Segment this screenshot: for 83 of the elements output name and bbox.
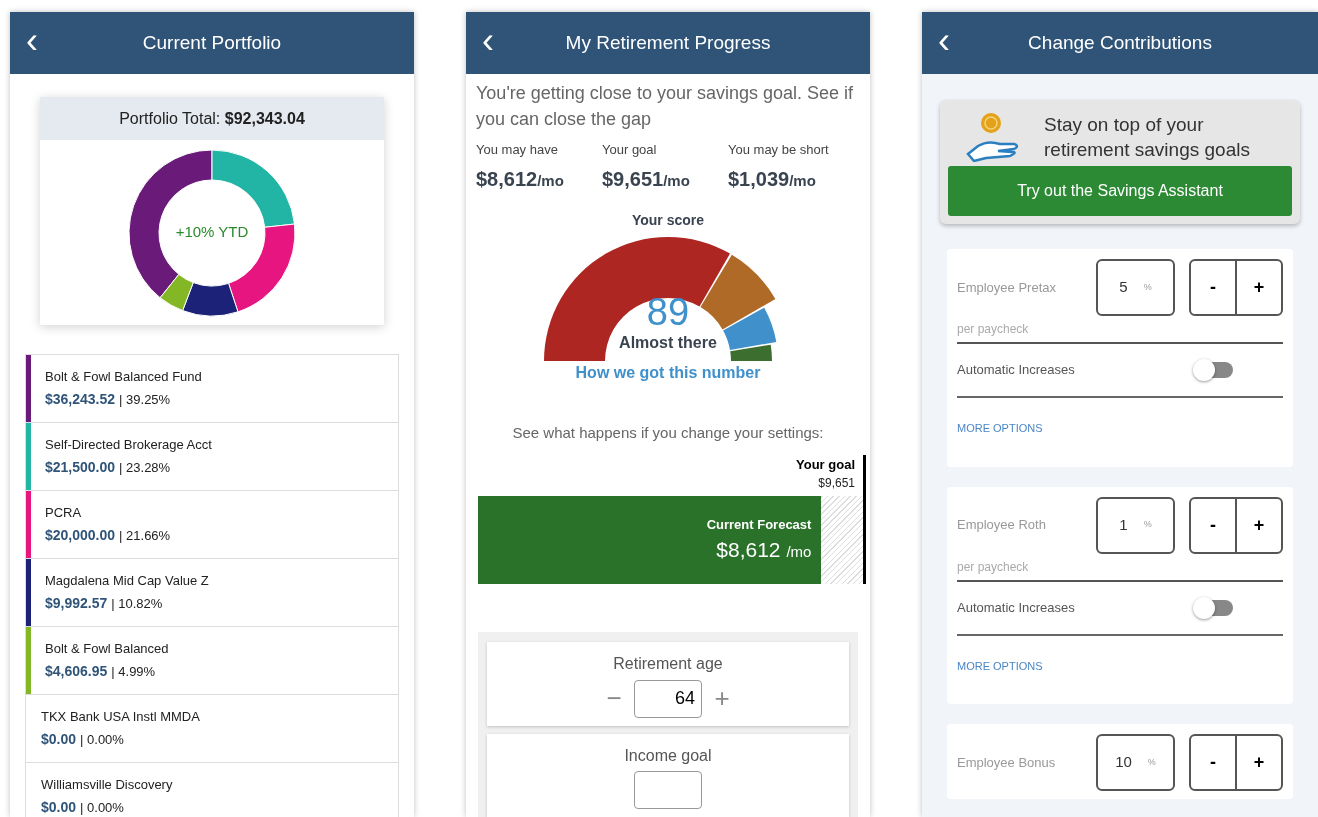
stat-value: $8,612/mo [476, 166, 565, 192]
stat-label: Your goal [602, 141, 658, 159]
setting-label: Retirement age [613, 654, 723, 674]
score-value: 89 [645, 293, 691, 331]
percent-value: 5 [1119, 277, 1128, 298]
fund-name: Bolt & Fowl Balanced [45, 639, 169, 658]
screen-title: Change Contributions [1028, 30, 1212, 55]
increase-button[interactable]: + [1237, 498, 1281, 552]
contribution-label: Employee Roth [957, 516, 1047, 535]
decrease-button[interactable]: - [1191, 261, 1237, 314]
fund-amount: $4,606.95 [45, 662, 108, 682]
stat-value: $9,651/mo [602, 166, 691, 192]
screen-title: Current Portfolio [142, 30, 282, 55]
fund-name: Self-Directed Brokerage Acct [45, 435, 212, 454]
increase-button[interactable]: + [1237, 261, 1281, 314]
savings-assistant-button[interactable]: Try out the Savings Assistant [948, 166, 1292, 216]
fund-amount: $0.00 [41, 798, 77, 817]
fund-name: Williamsville Discovery [41, 775, 173, 794]
back-button[interactable]: ‹ [26, 23, 38, 63]
per-paycheck-note: per paycheck [957, 557, 1283, 582]
score-label: Your score [631, 210, 705, 230]
forecast-label: Current Forecast [706, 515, 812, 534]
percent-value: 1 [1119, 514, 1128, 535]
minus-button[interactable]: − [602, 679, 626, 718]
percent-field[interactable]: 10 % [1096, 734, 1175, 791]
goal-label: Your goal [796, 455, 855, 474]
percent-field[interactable]: 1 % [1096, 496, 1175, 554]
decrease-button[interactable]: - [1191, 498, 1237, 552]
holding-row[interactable]: PCRA $20,000.00 | 21.66% [26, 491, 398, 559]
fund-share: | 4.99% [111, 663, 156, 682]
screen-title: My Retirement Progress [565, 30, 771, 55]
back-button[interactable]: ‹ [482, 23, 494, 63]
fund-name: Magdalena Mid Cap Value Z [45, 571, 209, 590]
fund-amount: $21,500.00 [45, 458, 116, 478]
fund-share: | 21.66% [119, 527, 171, 546]
holding-row[interactable]: Bolt & Fowl Balanced $4,606.95 | 4.99% [26, 627, 398, 695]
more-options-link[interactable]: MORE OPTIONS [957, 657, 1283, 674]
percent-unit: % [1143, 280, 1152, 294]
percent-unit: % [1147, 755, 1156, 769]
contribution-label: Employee Bonus [957, 753, 1057, 772]
goal-value: $9,651 [818, 475, 855, 492]
holding-row[interactable]: Self-Directed Brokerage Acct $21,500.00 | 23.28% [26, 423, 398, 491]
promo-text: Stay on top of your retirement savings goals [1044, 113, 1251, 162]
portfolio-total: Portfolio Total: $92,343.04 [40, 97, 384, 140]
forecast-value: $8,612 /mo [716, 537, 812, 563]
percent-field[interactable]: 5 % [1096, 259, 1175, 316]
fund-share: | 0.00% [80, 799, 124, 817]
fund-name: TKX Bank USA Instl MMDA [41, 707, 200, 726]
increase-button[interactable]: + [1237, 736, 1281, 789]
fund-amount: $20,000.00 [45, 526, 116, 546]
stat-label: You may have [476, 141, 559, 159]
holding-row[interactable]: TKX Bank USA Instl MMDA $0.00 | 0.00% [26, 695, 398, 763]
back-button[interactable]: ‹ [938, 23, 950, 63]
fund-share: | 39.25% [119, 391, 171, 410]
toggle-label: Automatic Increases [957, 361, 1076, 380]
holding-row[interactable]: Williamsville Discovery $0.00 | 0.00% [26, 763, 398, 817]
fund-share: | 0.00% [80, 731, 124, 750]
score-status: Almost there [619, 333, 717, 353]
stat-label: You may be short [728, 141, 830, 159]
plus-button[interactable]: + [710, 679, 734, 718]
fund-amount: $9,992.57 [45, 594, 108, 614]
fund-amount: $0.00 [41, 730, 77, 750]
settings-hint: See what happens if you change your settings: [512, 423, 824, 443]
percent-value: 10 [1115, 752, 1132, 773]
percent-unit: % [1143, 518, 1152, 532]
stat-value: $1,039/mo [728, 166, 817, 192]
decrease-button[interactable]: - [1191, 736, 1237, 789]
fund-share: | 10.82% [111, 595, 163, 614]
contribution-label: Employee Pretax [957, 278, 1057, 297]
toggle-label: Automatic Increases [957, 598, 1076, 617]
setting-input[interactable] [634, 771, 702, 809]
holding-row[interactable]: Magdalena Mid Cap Value Z $9,992.57 | 10.82% [26, 559, 398, 627]
fund-name: PCRA [45, 503, 83, 522]
per-paycheck-note: per paycheck [957, 320, 1283, 344]
setting-input[interactable]: 64 [634, 679, 702, 718]
setting-label: Income goal [624, 746, 712, 766]
more-options-link[interactable]: MORE OPTIONS [957, 420, 1283, 437]
ytd-label: +10% YTD [175, 222, 249, 243]
fund-amount: $36,243.52 [45, 390, 116, 410]
fund-name: Bolt & Fowl Balanced Fund [45, 367, 202, 386]
holding-row[interactable]: Bolt & Fowl Balanced Fund $36,243.52 | 39.25% [26, 355, 398, 423]
intro-text: You're getting close to your savings goal. See if you can close the gap [475, 82, 854, 131]
fund-share: | 23.28% [119, 459, 171, 478]
